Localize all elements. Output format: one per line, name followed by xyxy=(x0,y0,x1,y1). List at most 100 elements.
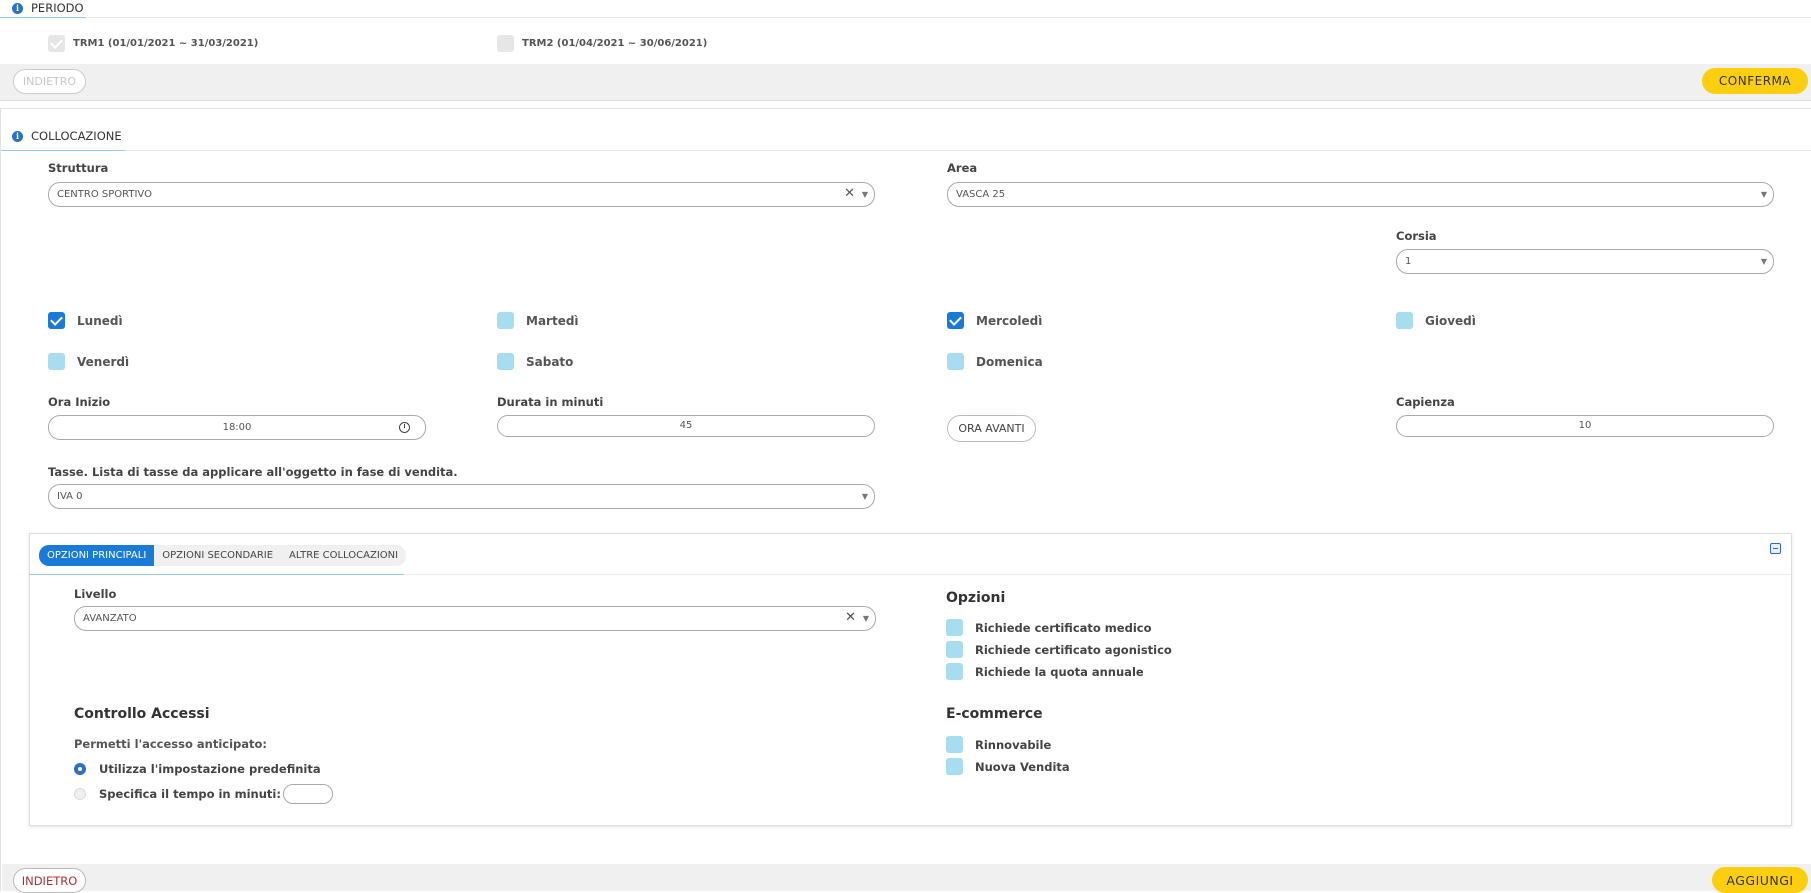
radio-default[interactable] xyxy=(74,763,86,775)
giovedi-checkbox[interactable] xyxy=(1396,312,1413,329)
struttura-select[interactable]: CENTRO SPORTIVO ✕ ▼ xyxy=(48,182,875,207)
certificato-agonistico-checkbox[interactable] xyxy=(946,641,963,658)
lunedi-label: Lunedì xyxy=(77,313,123,328)
periodo-footer-bar xyxy=(0,64,1811,101)
ecommerce-title: E-commerce xyxy=(946,706,1043,722)
durata-value: 45 xyxy=(679,420,693,431)
opzione-certificato-medico[interactable]: Richiede certificato medico xyxy=(946,619,1151,636)
quota-annuale-label: Richiede la quota annuale xyxy=(975,664,1144,679)
area-select[interactable]: VASCA 25 ▼ xyxy=(947,182,1774,207)
clear-icon[interactable]: ✕ xyxy=(844,186,855,201)
day-lunedi[interactable]: Lunedì xyxy=(48,312,123,329)
certificato-agonistico-label: Richiede certificato agonistico xyxy=(975,642,1172,657)
day-venerdi[interactable]: Venerdì xyxy=(48,353,129,370)
tasse-select[interactable]: IVA 0 ▼ xyxy=(48,484,875,509)
radio-custom-option[interactable]: Specifica il tempo in minuti: xyxy=(74,784,333,804)
capienza-input[interactable]: 10 xyxy=(1396,415,1774,437)
opzione-certificato-agonistico[interactable]: Richiede certificato agonistico xyxy=(946,641,1172,658)
day-sabato[interactable]: Sabato xyxy=(497,353,573,370)
collocazione-header: i COLLOCAZIONE xyxy=(12,129,122,143)
capienza-value: 10 xyxy=(1578,420,1592,431)
trm1-option[interactable]: TRM1 (01/01/2021 ~ 31/03/2021) xyxy=(48,35,258,52)
trm1-checkbox[interactable] xyxy=(48,35,65,52)
corsia-value: 1 xyxy=(1405,256,1412,267)
confirm-button[interactable]: CONFERMA xyxy=(1702,68,1808,94)
giovedi-label: Giovedì xyxy=(1425,313,1476,328)
periodo-header: i PERIODO xyxy=(12,1,84,15)
collocazione-title: COLLOCAZIONE xyxy=(31,129,122,143)
livello-value: AVANZATO xyxy=(83,613,137,624)
nuova-vendita-checkbox[interactable] xyxy=(946,758,963,775)
ora-inizio-input[interactable]: 18:00 xyxy=(48,415,426,440)
certificato-medico-checkbox[interactable] xyxy=(946,619,963,636)
radio-default-option[interactable]: Utilizza l'impostazione predefinita xyxy=(74,762,321,776)
controllo-accessi-title: Controllo Accessi xyxy=(74,706,210,722)
clock-icon[interactable] xyxy=(399,422,410,433)
opzioni-title: Opzioni xyxy=(946,590,1006,606)
rinnovabile-checkbox[interactable] xyxy=(946,736,963,753)
periodo-divider xyxy=(86,17,1811,18)
collapse-icon[interactable] xyxy=(1770,543,1781,554)
durata-input[interactable]: 45 xyxy=(497,415,875,437)
trm2-checkbox[interactable] xyxy=(497,35,514,52)
trm1-label: TRM1 (01/01/2021 ~ 31/03/2021) xyxy=(73,38,259,49)
venerdi-label: Venerdì xyxy=(77,354,130,369)
venerdi-checkbox[interactable] xyxy=(48,353,65,370)
ora-inizio-label: Ora Inizio xyxy=(48,395,111,409)
certificato-medico-label: Richiede certificato medico xyxy=(975,620,1152,635)
radio-default-label: Utilizza l'impostazione predefinita xyxy=(99,762,321,776)
tab-bar: OPZIONI PRINCIPALI OPZIONI SECONDARIE AL… xyxy=(39,545,407,566)
ecommerce-rinnovabile[interactable]: Rinnovabile xyxy=(946,736,1051,753)
opzione-quota-annuale[interactable]: Richiede la quota annuale xyxy=(946,663,1144,680)
trm2-option[interactable]: TRM2 (01/04/2021 ~ 30/06/2021) xyxy=(497,35,707,52)
nuova-vendita-label: Nuova Vendita xyxy=(975,759,1070,774)
chevron-down-icon: ▼ xyxy=(862,614,869,623)
martedi-checkbox[interactable] xyxy=(497,312,514,329)
struttura-value: CENTRO SPORTIVO xyxy=(57,189,152,200)
chevron-down-icon: ▼ xyxy=(1760,190,1767,199)
ora-avanti-button[interactable]: ORA AVANTI xyxy=(947,415,1036,442)
tab-altre-collocazioni[interactable]: ALTRE COLLOCAZIONI xyxy=(281,545,406,566)
sabato-label: Sabato xyxy=(526,354,574,369)
radio-custom-label: Specifica il tempo in minuti: xyxy=(99,787,281,801)
day-martedi[interactable]: Martedì xyxy=(497,312,579,329)
struttura-label: Struttura xyxy=(48,161,109,175)
tasse-label: Tasse. Lista di tasse da applicare all'o… xyxy=(48,465,458,479)
area-value: VASCA 25 xyxy=(956,189,1006,200)
day-domenica[interactable]: Domenica xyxy=(947,353,1043,370)
info-icon: i xyxy=(12,2,23,14)
rinnovabile-label: Rinnovabile xyxy=(975,737,1052,752)
add-button[interactable]: AGGIUNGI xyxy=(1712,867,1808,893)
trm2-label: TRM2 (01/04/2021 ~ 30/06/2021) xyxy=(522,38,708,49)
quota-annuale-checkbox[interactable] xyxy=(946,663,963,680)
chevron-down-icon: ▼ xyxy=(861,190,868,199)
options-panel xyxy=(29,533,1792,826)
day-mercoledi[interactable]: Mercoledì xyxy=(947,312,1042,329)
accesso-anticipato-label: Permetti l'accesso anticipato: xyxy=(74,737,268,751)
domenica-checkbox[interactable] xyxy=(947,353,964,370)
ecommerce-nuova-vendita[interactable]: Nuova Vendita xyxy=(946,758,1070,775)
footer-bar xyxy=(2,864,1811,891)
tab-opzioni-secondarie[interactable]: OPZIONI SECONDARIE xyxy=(154,545,281,566)
corsia-label: Corsia xyxy=(1396,229,1437,243)
day-giovedi[interactable]: Giovedì xyxy=(1396,312,1476,329)
sabato-checkbox[interactable] xyxy=(497,353,514,370)
corsia-select[interactable]: 1 ▼ xyxy=(1396,249,1774,274)
area-label: Area xyxy=(947,161,978,175)
domenica-label: Domenica xyxy=(976,354,1043,369)
clear-icon[interactable]: ✕ xyxy=(845,610,856,625)
martedi-label: Martedì xyxy=(526,313,579,328)
collocazione-divider xyxy=(125,150,1811,151)
radio-custom[interactable] xyxy=(74,788,86,800)
livello-select[interactable]: AVANZATO ✕ ▼ xyxy=(74,606,876,631)
periodo-header-underline xyxy=(0,17,86,18)
minuti-input[interactable] xyxy=(282,784,333,804)
periodo-back-button[interactable]: INDIETRO xyxy=(13,69,86,94)
info-icon: i xyxy=(12,130,23,142)
tab-opzioni-principali[interactable]: OPZIONI PRINCIPALI xyxy=(39,545,155,566)
mercoledi-checkbox[interactable] xyxy=(947,312,964,329)
periodo-title: PERIODO xyxy=(31,1,84,15)
lunedi-checkbox[interactable] xyxy=(48,312,65,329)
chevron-down-icon: ▼ xyxy=(1760,257,1767,266)
footer-back-button[interactable]: INDIETRO xyxy=(13,868,86,893)
